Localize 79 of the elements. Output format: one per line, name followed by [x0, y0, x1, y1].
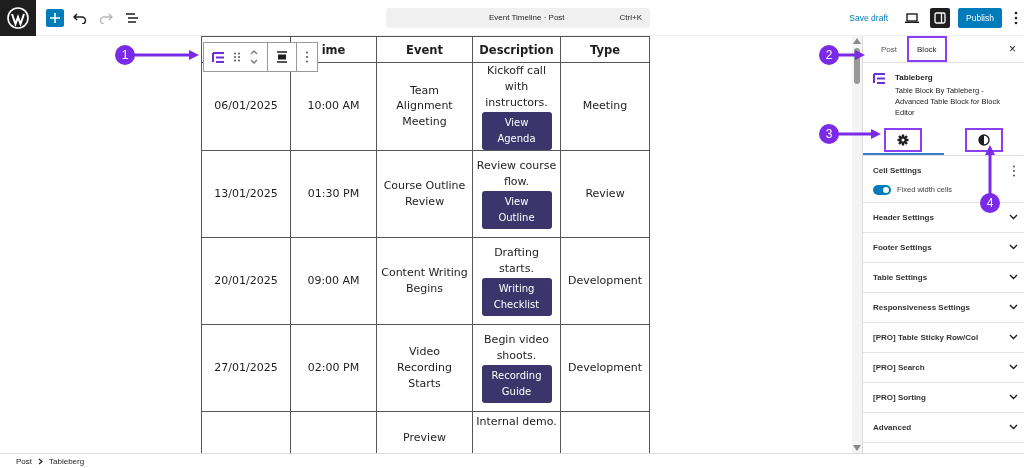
panel-title: Cell Settings — [873, 166, 922, 176]
description-cell-text: Kickoff call with instructors. — [484, 63, 549, 111]
action-button[interactable]: View Agenda — [481, 111, 552, 150]
callout-number: 2 — [819, 45, 839, 65]
options-icon[interactable] — [1014, 10, 1018, 25]
column-header: Type — [590, 42, 620, 57]
type-cell: Review — [585, 186, 625, 200]
toggle-switch[interactable] — [873, 184, 891, 195]
description-cell: Internal demo. — [476, 413, 557, 430]
date-cell: 06/01/2025 — [214, 99, 278, 113]
scroll-up-icon[interactable] — [853, 38, 861, 44]
date-cell: 13/01/2025 — [214, 186, 278, 200]
contrast-icon — [977, 133, 990, 146]
time-cell: 10:00 AM — [307, 99, 360, 113]
event-cell: Preview — [403, 429, 446, 446]
description-cell: Review course flow. — [476, 158, 557, 191]
gear-icon — [897, 133, 910, 146]
action-button[interactable]: Recording Guide — [481, 365, 552, 404]
plus-icon — [49, 11, 61, 24]
description-cell-text: Begin video shoots. — [483, 332, 550, 365]
add-block-button[interactable] — [46, 8, 64, 27]
save-draft-link[interactable]: Save draft — [849, 12, 889, 23]
settings-panel-header[interactable]: [PRO] Search — [863, 352, 1024, 383]
event-cell: Content Writing Begins — [381, 264, 468, 297]
callout-number: 4 — [980, 193, 1000, 213]
event-cell-text: Team Alignment Meeting — [395, 82, 454, 131]
event-cell-text: Course Outline Review — [382, 177, 467, 210]
column-header: Event — [406, 42, 443, 57]
settings-panel-header[interactable]: Responsiveness Settings — [863, 292, 1024, 323]
wordpress-logo-icon[interactable] — [0, 0, 36, 36]
time-cell: 02:00 PM — [307, 360, 360, 374]
column-header: Description — [479, 42, 554, 57]
settings-toggle-icon[interactable] — [930, 7, 951, 28]
breadcrumb-link[interactable]: Post — [16, 456, 32, 466]
callout-number: 1 — [115, 45, 135, 65]
more-options-icon[interactable] — [1012, 164, 1016, 177]
more-options-icon[interactable] — [305, 51, 309, 63]
date-cell: 20/01/2025 — [214, 273, 278, 287]
time-cell: 01:30 PM — [307, 186, 360, 200]
settings-panel-header[interactable]: Table Settings — [863, 262, 1024, 293]
publish-button[interactable]: Publish — [958, 7, 1002, 28]
action-button[interactable]: View Outline — [481, 191, 552, 230]
table-block-icon[interactable] — [212, 51, 225, 63]
chevron-icon — [1009, 424, 1018, 431]
block-name: Tableberg — [895, 73, 934, 82]
column-header: ime — [321, 42, 346, 57]
type-cell: Development — [567, 360, 643, 374]
drag-handle-icon[interactable] — [234, 52, 240, 62]
type-cell: Meeting — [582, 99, 628, 113]
scrollbar[interactable] — [852, 36, 862, 453]
settings-panel-header[interactable]: [PRO] Table Sticky Row/Col — [863, 322, 1024, 353]
time-cell: 09:00 AM — [307, 273, 360, 287]
chevron-icon — [1009, 274, 1018, 281]
move-up-down-icon[interactable] — [249, 49, 259, 65]
event-cell-text: Video Recording Starts — [396, 343, 453, 392]
align-icon[interactable] — [276, 51, 288, 63]
chevron-icon — [1009, 244, 1018, 251]
date-cell: 27/01/2025 — [214, 360, 278, 374]
scroll-down-icon[interactable] — [853, 445, 861, 451]
close-button[interactable]: × — [1001, 36, 1024, 62]
command-bar[interactable]: Event Timeline · Post Ctrl+K — [386, 7, 650, 28]
chevron-icon — [1009, 364, 1018, 371]
callout-number: 3 — [819, 124, 839, 144]
table-block-icon — [873, 73, 886, 84]
sidebar-tab[interactable]: Post — [871, 36, 907, 62]
chevron-icon — [1009, 304, 1018, 311]
settings-panel-header[interactable]: Advanced — [863, 412, 1024, 443]
settings-panel-header[interactable]: [PRO] Sorting — [863, 382, 1024, 413]
chevron-icon — [1009, 394, 1018, 401]
chevron-icon — [1009, 214, 1018, 221]
chevron-icon — [38, 457, 43, 465]
description-cell-text: Drafting starts. — [493, 245, 540, 278]
action-button[interactable]: Writing Checklist — [481, 278, 552, 317]
settings-panel-header[interactable]: Footer Settings — [863, 232, 1024, 263]
settings-tab[interactable] — [863, 126, 944, 155]
sidebar-tab[interactable]: Block — [907, 36, 947, 62]
breadcrumb-link[interactable]: Tableberg — [49, 456, 85, 466]
chevron-icon — [1009, 334, 1018, 341]
type-cell: Development — [567, 273, 643, 287]
